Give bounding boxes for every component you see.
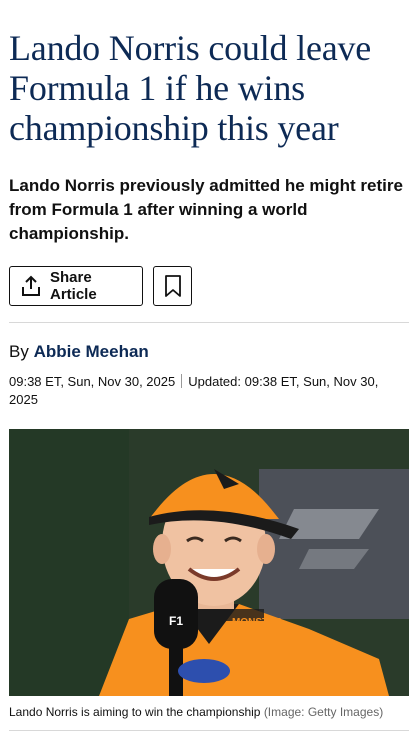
author-link[interactable]: Abbie Meehan [34,342,149,361]
date-separator [181,374,183,388]
bookmark-icon [163,274,183,298]
image-caption: Lando Norris is aiming to win the champi… [9,704,409,720]
share-icon [20,275,42,297]
byline: By Abbie Meehan [9,341,409,363]
share-article-label: Share Article [50,269,97,303]
bookmark-button[interactable] [153,266,192,306]
article-standfirst: Lando Norris previously admitted he migh… [9,176,403,243]
hero-image-illustration: F1 MONSTER [9,429,409,696]
article-container: Lando Norris could leave Formula 1 if he… [0,28,419,731]
mic-logo-text: F1 [169,614,183,628]
divider [9,322,409,323]
hero-image: F1 MONSTER [9,429,409,696]
caption-credit: (Image: Getty Images) [263,705,384,719]
article-actions: Share Article [9,266,409,306]
share-article-button[interactable]: Share Article [9,266,143,306]
article-headline: Lando Norris could leave Formula 1 if he… [9,28,372,148]
published-date: 09:38 ET, Sun, Nov 30, 2025 [9,374,176,389]
shirt-brand-text: MONSTER [232,617,283,628]
byline-prefix: By [9,342,29,361]
caption-text: Lando Norris is aiming to win the champi… [9,705,261,719]
divider [9,730,409,731]
article-dates: 09:38 ET, Sun, Nov 30, 2025 Updated: 09:3… [9,373,409,409]
